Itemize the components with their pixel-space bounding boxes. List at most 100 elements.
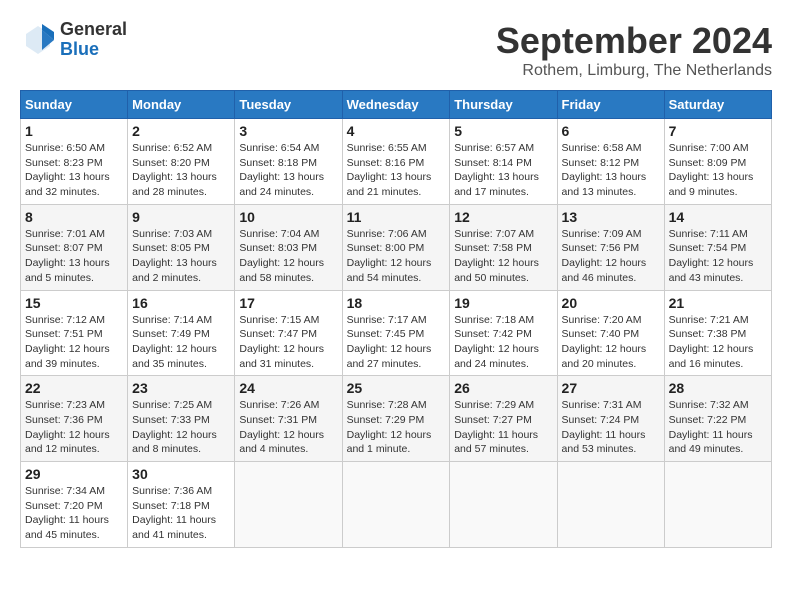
day-info: Sunrise: 7:17 AMSunset: 7:45 PMDaylight:… xyxy=(347,313,446,372)
day-info: Sunrise: 6:57 AMSunset: 8:14 PMDaylight:… xyxy=(454,141,552,200)
day-info: Sunrise: 7:32 AMSunset: 7:22 PMDaylight:… xyxy=(669,398,767,457)
day-number: 29 xyxy=(25,466,123,482)
calendar-week-row: 1 Sunrise: 6:50 AMSunset: 8:23 PMDaylight… xyxy=(21,119,772,205)
calendar-cell: 24Sunrise: 7:26 AMSunset: 7:31 PMDayligh… xyxy=(235,376,342,462)
calendar-cell xyxy=(557,462,664,548)
calendar-cell: 6 Sunrise: 6:58 AMSunset: 8:12 PMDaylight… xyxy=(557,119,664,205)
calendar-cell: 28 Sunrise: 7:32 AMSunset: 7:22 PMDayligh… xyxy=(664,376,771,462)
day-number: 6 xyxy=(562,123,660,139)
day-info: Sunrise: 7:28 AMSunset: 7:29 PMDaylight:… xyxy=(347,398,446,457)
day-number: 1 xyxy=(25,123,123,139)
day-number: 2 xyxy=(132,123,230,139)
day-info: Sunrise: 6:52 AMSunset: 8:20 PMDaylight:… xyxy=(132,141,230,200)
calendar-week-row: 22 Sunrise: 7:23 AMSunset: 7:36 PMDayligh… xyxy=(21,376,772,462)
calendar-cell: 16Sunrise: 7:14 AMSunset: 7:49 PMDayligh… xyxy=(128,290,235,376)
day-number: 14 xyxy=(669,209,767,225)
calendar-week-row: 15Sunrise: 7:12 AMSunset: 7:51 PMDayligh… xyxy=(21,290,772,376)
day-info: Sunrise: 7:15 AMSunset: 7:47 PMDaylight:… xyxy=(239,313,337,372)
calendar-cell: 13 Sunrise: 7:09 AMSunset: 7:56 PMDayligh… xyxy=(557,204,664,290)
day-number: 27 xyxy=(562,380,660,396)
day-info: Sunrise: 7:03 AMSunset: 8:05 PMDaylight:… xyxy=(132,227,230,286)
weekday-header-monday: Monday xyxy=(128,91,235,119)
day-info: Sunrise: 7:11 AMSunset: 7:54 PMDaylight:… xyxy=(669,227,767,286)
day-number: 23 xyxy=(132,380,230,396)
day-info: Sunrise: 7:31 AMSunset: 7:24 PMDaylight:… xyxy=(562,398,660,457)
day-info: Sunrise: 6:50 AMSunset: 8:23 PMDaylight:… xyxy=(25,141,123,200)
day-info: Sunrise: 7:01 AMSunset: 8:07 PMDaylight:… xyxy=(25,227,123,286)
calendar-cell xyxy=(235,462,342,548)
day-number: 11 xyxy=(347,209,446,225)
calendar-cell: 12Sunrise: 7:07 AMSunset: 7:58 PMDayligh… xyxy=(450,204,557,290)
day-number: 5 xyxy=(454,123,552,139)
location-subtitle: Rothem, Limburg, The Netherlands xyxy=(496,62,772,80)
weekday-header-wednesday: Wednesday xyxy=(342,91,450,119)
logo: General Blue xyxy=(20,20,127,60)
calendar-cell: 7 Sunrise: 7:00 AMSunset: 8:09 PMDaylight… xyxy=(664,119,771,205)
day-number: 19 xyxy=(454,295,552,311)
day-number: 22 xyxy=(25,380,123,396)
day-info: Sunrise: 7:36 AMSunset: 7:18 PMDaylight:… xyxy=(132,484,230,543)
calendar-cell: 11 Sunrise: 7:06 AMSunset: 8:00 PMDayligh… xyxy=(342,204,450,290)
day-info: Sunrise: 6:55 AMSunset: 8:16 PMDaylight:… xyxy=(347,141,446,200)
weekday-header-tuesday: Tuesday xyxy=(235,91,342,119)
calendar-cell: 18 Sunrise: 7:17 AMSunset: 7:45 PMDayligh… xyxy=(342,290,450,376)
day-info: Sunrise: 7:20 AMSunset: 7:40 PMDaylight:… xyxy=(562,313,660,372)
calendar-cell: 5 Sunrise: 6:57 AMSunset: 8:14 PMDaylight… xyxy=(450,119,557,205)
day-info: Sunrise: 7:07 AMSunset: 7:58 PMDaylight:… xyxy=(454,227,552,286)
weekday-header-saturday: Saturday xyxy=(664,91,771,119)
day-number: 10 xyxy=(239,209,337,225)
day-number: 28 xyxy=(669,380,767,396)
day-info: Sunrise: 7:25 AMSunset: 7:33 PMDaylight:… xyxy=(132,398,230,457)
calendar-cell: 9Sunrise: 7:03 AMSunset: 8:05 PMDaylight… xyxy=(128,204,235,290)
calendar-cell: 29Sunrise: 7:34 AMSunset: 7:20 PMDayligh… xyxy=(21,462,128,548)
calendar-cell: 10 Sunrise: 7:04 AMSunset: 8:03 PMDayligh… xyxy=(235,204,342,290)
day-number: 25 xyxy=(347,380,446,396)
calendar-cell: 21Sunrise: 7:21 AMSunset: 7:38 PMDayligh… xyxy=(664,290,771,376)
calendar-cell: 1 Sunrise: 6:50 AMSunset: 8:23 PMDaylight… xyxy=(21,119,128,205)
calendar-cell: 30 Sunrise: 7:36 AMSunset: 7:18 PMDayligh… xyxy=(128,462,235,548)
day-info: Sunrise: 6:58 AMSunset: 8:12 PMDaylight:… xyxy=(562,141,660,200)
day-number: 26 xyxy=(454,380,552,396)
calendar-cell: 20 Sunrise: 7:20 AMSunset: 7:40 PMDayligh… xyxy=(557,290,664,376)
day-info: Sunrise: 6:54 AMSunset: 8:18 PMDaylight:… xyxy=(239,141,337,200)
calendar-week-row: 29Sunrise: 7:34 AMSunset: 7:20 PMDayligh… xyxy=(21,462,772,548)
title-area: September 2024 Rothem, Limburg, The Neth… xyxy=(496,20,772,80)
calendar-week-row: 8Sunrise: 7:01 AMSunset: 8:07 PMDaylight… xyxy=(21,204,772,290)
day-info: Sunrise: 7:14 AMSunset: 7:49 PMDaylight:… xyxy=(132,313,230,372)
weekday-header-sunday: Sunday xyxy=(21,91,128,119)
day-info: Sunrise: 7:23 AMSunset: 7:36 PMDaylight:… xyxy=(25,398,123,457)
logo-text: General Blue xyxy=(60,20,127,60)
header: General Blue September 2024 Rothem, Limb… xyxy=(20,20,772,80)
calendar-cell: 27 Sunrise: 7:31 AMSunset: 7:24 PMDayligh… xyxy=(557,376,664,462)
calendar-cell: 14 Sunrise: 7:11 AMSunset: 7:54 PMDayligh… xyxy=(664,204,771,290)
day-info: Sunrise: 7:06 AMSunset: 8:00 PMDaylight:… xyxy=(347,227,446,286)
day-number: 3 xyxy=(239,123,337,139)
calendar-cell xyxy=(664,462,771,548)
calendar-cell: 17 Sunrise: 7:15 AMSunset: 7:47 PMDayligh… xyxy=(235,290,342,376)
day-number: 7 xyxy=(669,123,767,139)
calendar-table: SundayMondayTuesdayWednesdayThursdayFrid… xyxy=(20,90,772,548)
logo-blue-text: Blue xyxy=(60,40,127,60)
calendar-cell: 15Sunrise: 7:12 AMSunset: 7:51 PMDayligh… xyxy=(21,290,128,376)
day-info: Sunrise: 7:26 AMSunset: 7:31 PMDaylight:… xyxy=(239,398,337,457)
day-number: 4 xyxy=(347,123,446,139)
logo-icon xyxy=(20,22,56,58)
day-number: 30 xyxy=(132,466,230,482)
day-number: 13 xyxy=(562,209,660,225)
day-number: 17 xyxy=(239,295,337,311)
calendar-cell: 25 Sunrise: 7:28 AMSunset: 7:29 PMDayligh… xyxy=(342,376,450,462)
calendar-cell: 23 Sunrise: 7:25 AMSunset: 7:33 PMDayligh… xyxy=(128,376,235,462)
day-info: Sunrise: 7:18 AMSunset: 7:42 PMDaylight:… xyxy=(454,313,552,372)
calendar-cell: 4 Sunrise: 6:55 AMSunset: 8:16 PMDaylight… xyxy=(342,119,450,205)
day-info: Sunrise: 7:04 AMSunset: 8:03 PMDaylight:… xyxy=(239,227,337,286)
day-number: 20 xyxy=(562,295,660,311)
calendar-cell xyxy=(450,462,557,548)
day-info: Sunrise: 7:09 AMSunset: 7:56 PMDaylight:… xyxy=(562,227,660,286)
day-number: 18 xyxy=(347,295,446,311)
weekday-header-friday: Friday xyxy=(557,91,664,119)
day-info: Sunrise: 7:29 AMSunset: 7:27 PMDaylight:… xyxy=(454,398,552,457)
day-info: Sunrise: 7:00 AMSunset: 8:09 PMDaylight:… xyxy=(669,141,767,200)
weekday-header-thursday: Thursday xyxy=(450,91,557,119)
calendar-cell xyxy=(342,462,450,548)
month-title: September 2024 xyxy=(496,20,772,62)
